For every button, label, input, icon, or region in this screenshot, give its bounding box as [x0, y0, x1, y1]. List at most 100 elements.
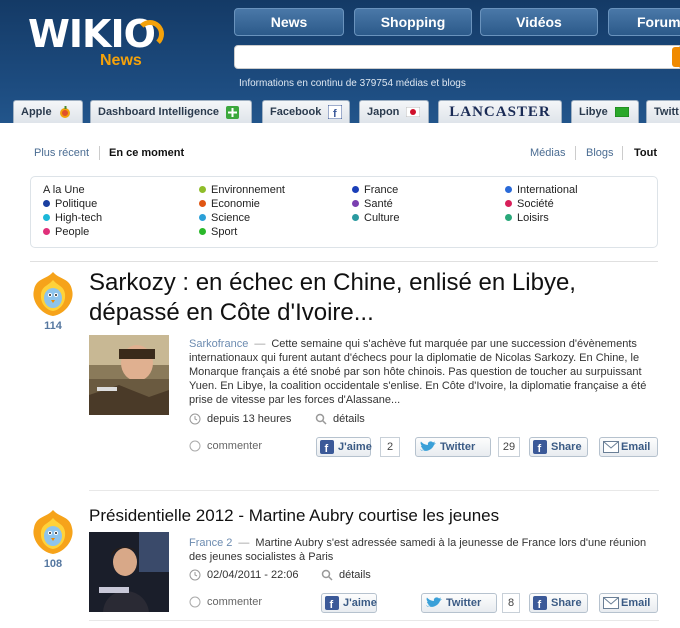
tab-libye[interactable]: Libye [571, 100, 639, 123]
twitter-count: 8 [502, 593, 520, 613]
main-content: Plus récent En ce moment Médias Blogs To… [0, 123, 680, 628]
tab-dashboard-intelligence[interactable]: Dashboard Intelligence [90, 100, 252, 123]
category-a-la-une[interactable]: A la Une [43, 184, 85, 196]
comment-link[interactable]: commenter [189, 596, 262, 608]
divider [89, 490, 659, 491]
wikio-news-logo[interactable]: WIKIO News [28, 12, 164, 72]
sort-en-ce-moment[interactable]: En ce moment [109, 147, 184, 159]
flame-mascot-icon[interactable] [28, 270, 78, 318]
email-button[interactable]: Email [599, 593, 658, 613]
flame-mascot-icon[interactable] [28, 508, 78, 556]
tab-label: Facebook [270, 106, 322, 118]
category-loisirs[interactable]: Loisirs [505, 212, 549, 224]
politique-dot-icon [43, 199, 50, 207]
filter-blogs[interactable]: Blogs [586, 147, 614, 159]
tab-label: Apple [21, 106, 52, 118]
email-label: Email [621, 441, 651, 453]
svg-text:f: f [538, 443, 542, 454]
category-economie[interactable]: Economie [199, 198, 260, 210]
category-politique[interactable]: Politique [43, 198, 97, 210]
facebook-like-button[interactable]: f J'aime [316, 437, 372, 457]
category-label: International [517, 184, 578, 196]
tab-twitter[interactable]: Twitt [646, 100, 680, 123]
article-title[interactable]: Présidentielle 2012 - Martine Aubry cour… [89, 506, 659, 526]
twitter-button[interactable]: Twitter [415, 437, 491, 457]
share-label: Share [551, 441, 582, 453]
tab-facebook[interactable]: Facebook f [262, 100, 350, 123]
environnement-dot-icon [199, 185, 206, 193]
category-label: Loisirs [517, 212, 549, 224]
nav-videos-button[interactable]: Vidéos [480, 8, 598, 36]
tagline: Informations en continu de 379754 médias… [239, 78, 466, 89]
category-sante[interactable]: Santé [352, 198, 393, 210]
facebook-icon: f [320, 440, 334, 454]
sort-bar: Plus récent En ce moment Médias Blogs To… [30, 146, 660, 161]
details-link[interactable]: détails [315, 413, 365, 425]
france-dot-icon [352, 185, 359, 193]
article-image [89, 335, 169, 415]
twitter-button[interactable]: Twitter [421, 593, 497, 613]
category-france[interactable]: France [352, 184, 398, 196]
divider [89, 620, 659, 621]
search-button[interactable] [672, 47, 680, 67]
article-title[interactable]: Sarkozy : en échec en Chine, enlisé en L… [89, 268, 659, 328]
search-input[interactable] [234, 45, 680, 69]
category-label: Santé [364, 198, 393, 210]
comment-link[interactable]: commenter [189, 440, 262, 452]
like-label: J'aime [343, 597, 377, 609]
article-thumbnail[interactable] [89, 532, 169, 612]
facebook-like-button[interactable]: f J'aime [321, 593, 377, 613]
category-science[interactable]: Science [199, 212, 250, 224]
article-source[interactable]: France 2 [189, 537, 232, 549]
category-people[interactable]: People [43, 226, 89, 238]
article-actions: commenter f J'aime Twitter 8 f Share Ema… [189, 593, 659, 615]
site-header: WIKIO News News Shopping Vidéos Forum In… [0, 0, 680, 123]
tab-apple[interactable]: Apple [13, 100, 83, 123]
magnifier-icon [315, 413, 327, 425]
category-label: Science [211, 212, 251, 224]
facebook-icon: f [533, 596, 547, 610]
nav-news-button[interactable]: News [234, 8, 344, 36]
nav-shopping-button[interactable]: Shopping [354, 8, 472, 36]
plus-icon [226, 105, 240, 119]
details-label: détails [339, 569, 371, 581]
category-sport[interactable]: Sport [199, 226, 237, 238]
facebook-icon: f [328, 105, 343, 120]
category-international[interactable]: International [505, 184, 578, 196]
article-time: depuis 13 heures [189, 413, 291, 425]
facebook-icon: f [533, 440, 547, 454]
score-count: 108 [43, 558, 63, 570]
article-thumbnail[interactable] [89, 335, 169, 415]
category-societe[interactable]: Société [505, 198, 554, 210]
loisirs-dot-icon [505, 213, 512, 221]
clock-icon [189, 413, 201, 425]
facebook-share-button[interactable]: f Share [529, 593, 588, 613]
category-culture[interactable]: Culture [352, 212, 399, 224]
filter-medias[interactable]: Médias [530, 147, 565, 159]
article-time: 02/04/2011 - 22:06 [189, 569, 299, 581]
tab-lancaster[interactable]: LANCASTER [438, 100, 562, 123]
comment-icon [189, 440, 201, 452]
category-high-tech[interactable]: High-tech [43, 212, 102, 224]
like-label: J'aime [338, 441, 372, 453]
japan-flag-icon [406, 107, 421, 118]
article-source[interactable]: Sarkofrance [189, 338, 248, 350]
category-label: Sport [211, 226, 238, 238]
details-link[interactable]: détails [321, 569, 371, 581]
tab-label: Japon [367, 106, 400, 118]
filter-tout[interactable]: Tout [634, 147, 657, 159]
svg-text:f: f [330, 599, 334, 610]
category-environnement[interactable]: Environnement [199, 184, 285, 196]
tab-japon[interactable]: Japon [359, 100, 429, 123]
logo-signal-icon [136, 20, 164, 48]
apple-icon [59, 106, 70, 119]
twitter-bird-icon [426, 597, 442, 607]
article-image [89, 532, 169, 612]
nav-forum-button[interactable]: Forum [608, 8, 680, 36]
separator-dash: — [238, 537, 250, 549]
facebook-share-button[interactable]: f Share [529, 437, 588, 457]
email-button[interactable]: Email [599, 437, 658, 457]
category-label: Economie [211, 198, 260, 210]
envelope-icon [603, 597, 619, 609]
sort-plus-recent[interactable]: Plus récent [34, 147, 89, 159]
